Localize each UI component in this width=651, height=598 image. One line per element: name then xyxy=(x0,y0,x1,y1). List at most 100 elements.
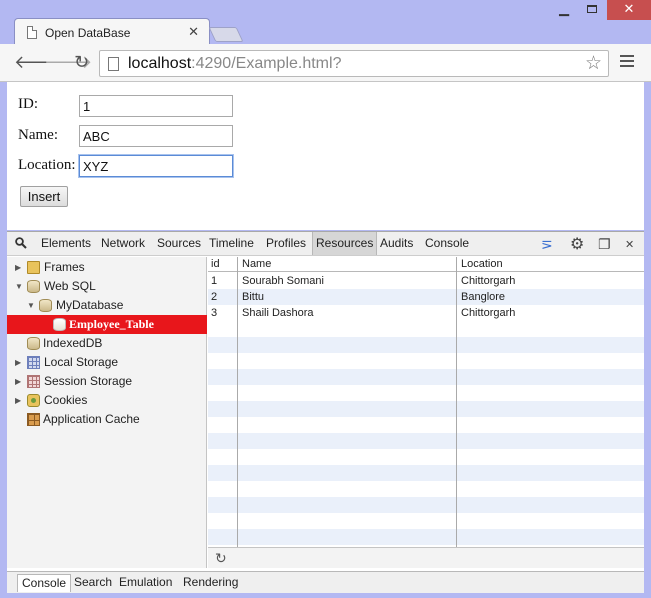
collapse-arrow-icon[interactable]: ▼ xyxy=(15,277,23,296)
tree-item-web-sql[interactable]: ▼ Web SQL xyxy=(7,277,207,296)
cell-location: Banglore xyxy=(461,291,506,303)
tree-item-application-cache[interactable]: Application Cache xyxy=(7,410,207,429)
tab-close-icon[interactable]: ✕ xyxy=(188,24,199,40)
reload-icon[interactable]: ↻ xyxy=(74,52,89,72)
tree-item-local-storage[interactable]: ▶ Local Storage xyxy=(7,353,207,372)
search-icon[interactable] xyxy=(15,237,27,249)
expand-arrow-icon[interactable]: ▶ xyxy=(15,391,21,410)
devtools-tab-bar: Elements Network Sources Timeline Profil… xyxy=(7,232,644,256)
tab-console[interactable]: Console xyxy=(422,232,472,255)
grid-header: id Name Location xyxy=(208,257,644,272)
drawer-tab-search[interactable]: Search xyxy=(70,574,116,592)
tree-label: Session Storage xyxy=(44,374,133,388)
id-input[interactable] xyxy=(79,95,233,117)
cell-id: 1 xyxy=(211,275,218,287)
location-input[interactable] xyxy=(79,155,233,177)
tree-label: Local Storage xyxy=(44,355,119,369)
tab-timeline[interactable]: Timeline xyxy=(206,232,257,255)
devtools-panel: Elements Network Sources Timeline Profil… xyxy=(7,231,644,593)
new-tab-button[interactable] xyxy=(208,27,244,42)
dock-icon[interactable]: ❐ xyxy=(598,236,611,253)
cell-location: Chittorgarh xyxy=(461,275,516,287)
tree-item-cookies[interactable]: ▶ Cookies xyxy=(7,391,207,410)
browser-tab[interactable]: Open DataBase ✕ xyxy=(14,18,210,45)
table-row[interactable]: 3 Shaili Dashora Chittorgarh xyxy=(208,305,644,321)
tree-label: Application Cache xyxy=(43,412,140,426)
browser-toolbar: 🡐 🡒 ↻ localhost:4290/Example.html? ☆ xyxy=(0,44,651,82)
grid-status-bar: ↻ xyxy=(208,547,644,568)
url-text[interactable]: localhost:4290/Example.html? xyxy=(128,55,341,73)
expand-arrow-icon[interactable]: ▶ xyxy=(15,372,21,391)
tab-title: Open DataBase xyxy=(45,26,131,40)
tree-label: MyDatabase xyxy=(56,298,124,312)
window-close-button[interactable]: ✕ xyxy=(607,0,651,20)
collapse-arrow-icon[interactable]: ▼ xyxy=(27,296,35,315)
tree-label: Employee_Table xyxy=(69,317,154,331)
table-row[interactable]: 1 Sourabh Somani Chittorgarh xyxy=(208,273,644,289)
maximize-button[interactable] xyxy=(579,0,605,20)
tab-resources[interactable]: Resources xyxy=(312,232,378,255)
cell-id: 3 xyxy=(211,307,218,319)
column-divider[interactable] xyxy=(456,257,457,547)
console-drawer-icon[interactable]: ⋝ xyxy=(541,236,553,253)
storage-grid-icon xyxy=(27,356,40,369)
column-divider[interactable] xyxy=(237,257,238,547)
tree-label: IndexedDB xyxy=(43,336,103,350)
cell-name: Bittu xyxy=(242,291,265,303)
cell-id: 2 xyxy=(211,291,218,303)
tree-label: Frames xyxy=(44,260,85,274)
tab-network[interactable]: Network xyxy=(98,232,148,255)
url-path: :4290/Example.html? xyxy=(191,55,342,72)
hamburger-menu-icon[interactable] xyxy=(620,55,634,70)
page-content: ID: Name: Location: Insert xyxy=(7,82,644,230)
maximize-icon xyxy=(587,5,597,13)
tree-item-session-storage[interactable]: ▶ Session Storage xyxy=(7,372,207,391)
drawer-tab-rendering[interactable]: Rendering xyxy=(179,574,242,592)
storage-grid-icon xyxy=(27,375,40,388)
expand-arrow-icon[interactable]: ▶ xyxy=(15,258,21,277)
page-favicon-icon xyxy=(27,26,37,39)
id-label: ID: xyxy=(18,96,38,112)
tab-audits[interactable]: Audits xyxy=(377,232,416,255)
cache-icon xyxy=(27,413,40,426)
cell-name: Sourabh Somani xyxy=(242,275,324,287)
title-bar: Open DataBase ✕ ▁ ✕ xyxy=(0,0,651,45)
database-icon xyxy=(27,280,40,293)
tree-item-mydatabase[interactable]: ▼ MyDatabase xyxy=(7,296,207,315)
table-row[interactable]: 2 Bittu Banglore xyxy=(208,289,644,305)
url-host: localhost xyxy=(128,55,192,72)
database-icon xyxy=(39,299,52,312)
column-header-name[interactable]: Name xyxy=(242,257,271,272)
tree-label: Web SQL xyxy=(44,279,96,293)
cell-location: Chittorgarh xyxy=(461,307,516,319)
column-header-location[interactable]: Location xyxy=(461,257,503,272)
location-label: Location: xyxy=(18,157,76,173)
insert-button[interactable]: Insert xyxy=(20,186,68,207)
star-icon[interactable]: ☆ xyxy=(585,52,602,75)
database-icon xyxy=(27,337,40,350)
tab-sources[interactable]: Sources xyxy=(154,232,204,255)
page-icon xyxy=(108,57,119,71)
refresh-icon[interactable]: ↻ xyxy=(215,550,227,567)
tree-item-employee-table[interactable]: Employee_Table xyxy=(7,315,207,334)
drawer-tab-console[interactable]: Console xyxy=(17,574,72,592)
expand-arrow-icon[interactable]: ▶ xyxy=(15,353,21,372)
resources-sidebar: ▶ Frames ▼ Web SQL ▼ MyDatabase Employee… xyxy=(7,257,207,568)
cell-name: Shaili Dashora xyxy=(242,307,314,319)
drawer-tab-emulation[interactable]: Emulation xyxy=(115,574,176,592)
column-header-id[interactable]: id xyxy=(211,257,220,272)
minimize-button[interactable]: ▁ xyxy=(551,0,577,20)
gear-icon[interactable]: ⚙ xyxy=(570,234,584,254)
tab-elements[interactable]: Elements xyxy=(38,232,94,255)
folder-icon xyxy=(27,261,40,274)
cookie-icon xyxy=(27,394,40,407)
address-bar[interactable]: localhost:4290/Example.html? ☆ xyxy=(99,50,609,77)
tab-profiles[interactable]: Profiles xyxy=(263,232,309,255)
drawer-tab-bar: Console Search Emulation Rendering xyxy=(7,571,644,593)
tree-label: Cookies xyxy=(44,393,88,407)
tree-item-indexeddb[interactable]: IndexedDB xyxy=(7,334,207,353)
close-devtools-icon[interactable]: ✕ xyxy=(625,238,634,251)
tree-item-frames[interactable]: ▶ Frames xyxy=(7,258,207,277)
name-input[interactable] xyxy=(79,125,233,147)
table-icon xyxy=(53,318,66,331)
